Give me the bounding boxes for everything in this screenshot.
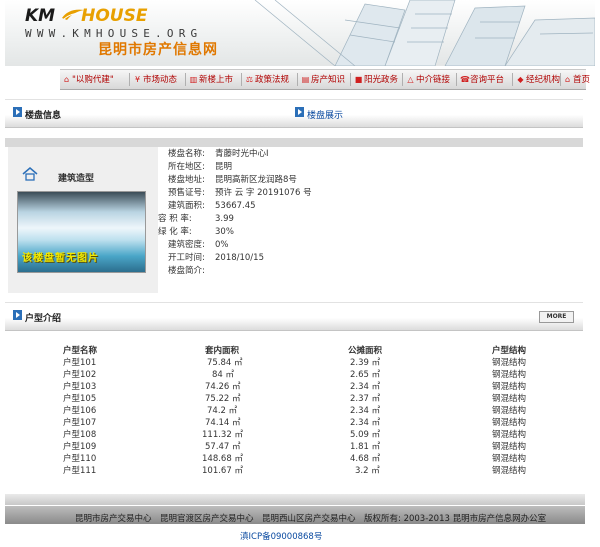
logo-swoosh-icon <box>62 9 84 20</box>
house-icon: ⌂ <box>63 75 70 84</box>
table-row: 户型103 74.26 ㎡ 2.34 ㎡ 钢混结构 <box>63 382 527 392</box>
field-plot-ratio: 容 积 率: 3.99 <box>158 214 234 224</box>
col-header-structure: 户型结构 <box>492 346 527 356</box>
col-header-shared-area: 公摊面积 <box>348 346 383 356</box>
field-density: 建筑密度: 0% <box>168 240 229 250</box>
agency-icon: ◆ <box>517 75 524 84</box>
nav-item-consult[interactable]: ☎咨询平台 <box>460 70 504 89</box>
nav-item-purchase-build[interactable]: ⌂ "以购代建" <box>62 70 114 89</box>
yuan-icon: ¥ <box>134 75 141 84</box>
building-icon: ▥ <box>189 75 198 84</box>
field-intro: 楼盘简介: <box>168 266 205 276</box>
more-button[interactable]: MORE <box>539 311 574 323</box>
logo-km-text: KM <box>25 6 56 26</box>
building-image-panel: 建筑造型 该楼盘暂无图片 <box>8 147 158 293</box>
no-image-caption: 该楼盘暂无图片 <box>22 253 99 264</box>
col-header-name: 户型名称 <box>63 346 98 356</box>
field-presale-permit: 预售证号: 预许 云 字 20191076 号 <box>168 188 312 198</box>
field-building-name: 楼盘名称: 青藤时光中心I <box>168 149 269 159</box>
table-row: 户型102 84 ㎡ 2.65 ㎡ 钢混结构 <box>63 370 527 380</box>
site-logo[interactable]: KM HOUSE <box>25 6 147 26</box>
building-info-bar: 楼盘信息 楼盘展示 <box>5 99 583 128</box>
book-icon: ▤ <box>301 75 310 84</box>
divider-strip <box>5 138 583 147</box>
field-region: 所在地区: 昆明 <box>168 162 233 172</box>
building-style-label: 建筑造型 <box>58 174 95 184</box>
footer-copyright: 昆明市房产交易中心 昆明官渡区房产交易中心 昆明西山区房产交易中心 版权所有: … <box>75 514 547 524</box>
site-header: KM HOUSE WWW.KMHOUSE.ORG 昆明市房产信息网 <box>5 0 595 66</box>
table-row: 户型106 74.2 ㎡ 2.34 ㎡ 钢混结构 <box>63 406 527 416</box>
footer-top-bar <box>5 494 585 505</box>
nav-item-policy[interactable]: ⚖ 政策法规 <box>245 70 289 89</box>
nav-item-new-buildings[interactable]: ▥ 新楼上市 <box>189 70 233 89</box>
table-row: 户型109 57.47 ㎡ 1.81 ㎡ 钢混结构 <box>63 442 527 452</box>
table-row: 户型101 75.84 ㎡ 2.39 ㎡ 钢混结构 <box>63 358 527 368</box>
home-outline-icon <box>22 167 38 181</box>
phone-icon: ☎ <box>460 75 470 84</box>
nav-item-agency-links[interactable]: △ 中介链接 <box>406 70 450 89</box>
nav-item-brokers[interactable]: ◆ 经纪机构 <box>516 70 560 89</box>
unit-intro-bar: 户型介绍 <box>5 302 583 331</box>
unit-intro-title: 户型介绍 <box>25 314 62 324</box>
building-photo-placeholder: 该楼盘暂无图片 <box>17 191 146 273</box>
field-start-date: 开工时间: 2018/10/15 <box>168 253 264 263</box>
nav-item-government[interactable]: ■ 阳光政务 <box>354 70 398 89</box>
arrow-icon <box>13 107 22 117</box>
table-row: 户型111 101.67 ㎡ 3.2 ㎡ 钢混结构 <box>63 466 527 476</box>
main-nav: ⌂ "以购代建" ¥ 市场动态 ▥ 新楼上市 ⚖ 政策法规 ▤ 房产知识 ■ 阳光政务 △ 中… <box>60 69 590 90</box>
field-floor-area: 建筑面积: 53667.45 <box>168 201 256 211</box>
building-info-title: 楼盘信息 <box>25 111 62 121</box>
field-green-ratio: 绿 化 率: 30% <box>158 227 234 237</box>
arrow-icon <box>13 310 22 320</box>
sun-icon: ■ <box>354 75 363 84</box>
nav-item-market[interactable]: ¥ 市场动态 <box>133 70 177 89</box>
table-row: 户型107 74.14 ㎡ 2.34 ㎡ 钢混结构 <box>63 418 527 428</box>
scale-icon: ⚖ <box>245 75 254 84</box>
col-header-inner-area: 套内面积 <box>205 346 240 356</box>
table-row: 户型108 111.32 ㎡ 5.09 ㎡ 钢混结构 <box>63 430 527 440</box>
icp-link[interactable]: 滇ICP备09000868号 <box>240 530 322 542</box>
link-icon: △ <box>407 75 414 84</box>
home-icon: ⌂ <box>564 75 571 84</box>
table-row: 户型110 148.68 ㎡ 4.68 ㎡ 钢混结构 <box>63 454 527 464</box>
nav-item-home[interactable]: ⌂ 首页 <box>563 70 590 89</box>
table-row: 户型105 75.22 ㎡ 2.37 ㎡ 钢混结构 <box>63 394 527 404</box>
field-address: 楼盘地址: 昆明高新区龙润路8号 <box>168 175 297 185</box>
site-name: 昆明市房产信息网 <box>98 42 218 58</box>
logo-house-text: HOUSE <box>81 6 148 26</box>
nav-item-knowledge[interactable]: ▤ 房产知识 <box>301 70 345 89</box>
building-display-link[interactable]: 楼盘展示 <box>307 108 343 121</box>
arrow-icon <box>295 107 304 117</box>
